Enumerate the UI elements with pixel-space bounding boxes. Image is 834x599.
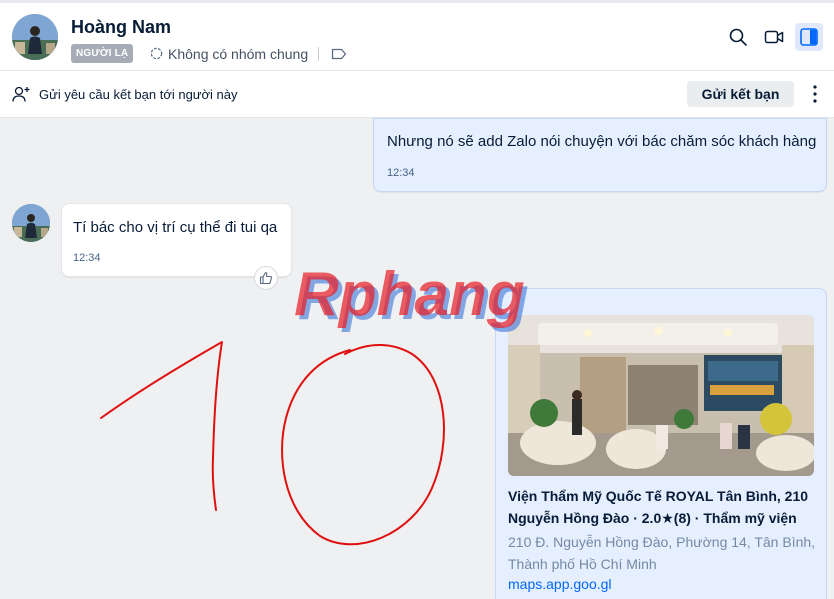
search-icon [729, 28, 747, 46]
common-groups-label: Không có nhóm chung [168, 45, 309, 62]
message-text: Nhưng nó sẽ add Zalo nói chuyện với bác … [387, 133, 817, 150]
watermark-text: Rphang [294, 263, 525, 329]
link-preview-card[interactable]: Viện Thẩm Mỹ Quốc Tế ROYAL Tân Bình, 210… [495, 288, 827, 599]
friend-request-text: Gửi yêu cầu kết bạn tới người này [39, 87, 238, 102]
search-button[interactable] [724, 23, 752, 51]
tag-icon[interactable] [331, 48, 347, 60]
link-preview-domain[interactable]: maps.app.goo.gl [508, 576, 612, 592]
conversation-info-icon [800, 28, 818, 46]
video-call-button[interactable] [760, 23, 788, 51]
more-vertical-icon[interactable] [806, 84, 824, 104]
group-circle-icon [150, 47, 163, 60]
message-time: 12:34 [387, 167, 415, 179]
thumbs-up-icon [259, 271, 273, 285]
conversation-info-button[interactable] [795, 23, 823, 51]
received-message[interactable]: Tí bác cho vị trí cụ thể đi tui qa 12:34 [61, 203, 292, 277]
contact-name[interactable]: Hoàng Nam [71, 17, 171, 38]
friend-request-bar: Gửi yêu cầu kết bạn tới người này Gửi kế… [0, 71, 834, 118]
message-time: 12:34 [73, 252, 101, 264]
message-list[interactable]: Nhưng nó sẽ add Zalo nói chuyện với bác … [0, 118, 834, 599]
send-friend-request-button[interactable]: Gửi kết bạn [687, 81, 794, 107]
link-preview-image[interactable] [508, 315, 814, 476]
header-divider [318, 46, 320, 61]
video-call-icon [764, 30, 784, 44]
sender-avatar[interactable] [12, 204, 50, 242]
conversation-header: Hoàng Nam NGƯỜI LẠ Không có nhóm chung [0, 0, 834, 71]
contact-avatar[interactable] [12, 14, 58, 60]
sent-message[interactable]: Nhưng nó sẽ add Zalo nói chuyện với bác … [373, 118, 827, 192]
react-like-button[interactable] [254, 266, 278, 290]
watermark-logo: Rphang Rphang [294, 263, 529, 333]
link-preview-description: 210 Đ. Nguyễn Hồng Đào, Phường 14, Tân B… [508, 534, 816, 572]
common-groups[interactable]: Không có nhóm chung [149, 44, 347, 63]
link-preview-title[interactable]: Viện Thẩm Mỹ Quốc Tế ROYAL Tân Bình, 210… [508, 485, 818, 529]
stranger-badge: NGƯỜI LẠ [71, 44, 134, 63]
message-text: Tí bác cho vị trí cụ thể đi tui qa [73, 219, 278, 236]
add-user-icon [12, 86, 30, 102]
